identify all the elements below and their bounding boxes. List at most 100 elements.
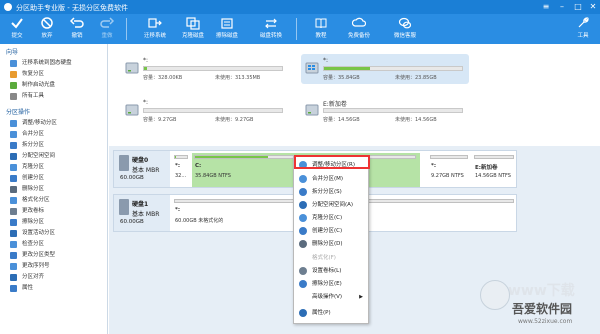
sidebar-item-label: 调整/移动分区: [22, 120, 57, 126]
menu-item-merge[interactable]: 合并分区(M): [294, 173, 368, 185]
partition-block[interactable]: *: 32...: [172, 153, 190, 187]
sidebar-item-check[interactable]: 检查分区: [0, 239, 107, 250]
wechat-icon: [398, 17, 412, 29]
menu-item-label: 删除分区(D): [312, 241, 343, 247]
check-icon: [10, 241, 17, 248]
discard-icon: [41, 17, 53, 29]
menu-item-set-label[interactable]: 设置卷标(L): [294, 265, 368, 277]
sidebar-item-serial[interactable]: 更改序列号: [0, 261, 107, 272]
disk-info[interactable]: 硬盘1 基本 MBR 60.00GB: [114, 195, 170, 231]
maximize-icon[interactable]: □: [572, 2, 584, 12]
sidebar-item-label: 擦除分区: [22, 219, 45, 225]
sidebar-item-split[interactable]: 拆分分区: [0, 140, 107, 151]
sidebar-item-merge[interactable]: 合并分区: [0, 129, 107, 140]
sidebar-item-label: 设置活动分区: [22, 230, 56, 236]
menu-item-delete[interactable]: 删除分区(D): [294, 238, 368, 250]
toolbar: 提交 放弃 撤销 重做 迁移系统 克隆磁盘 擦除磁盘 磁盘转换 教程 免费备份 …: [0, 14, 600, 44]
partition-card[interactable]: *: 容量：9.27GB 未使用：9.27GB: [121, 96, 289, 126]
create-icon: [10, 175, 17, 182]
partition-card[interactable]: *: 容量：35.84GB 未使用：23.85GB: [301, 54, 469, 84]
sidebar-item-format[interactable]: 格式化分区: [0, 195, 107, 206]
sidebar-item-wipe[interactable]: 擦除分区: [0, 217, 107, 228]
menu-item-allocate[interactable]: 分配空闲空间(A): [294, 199, 368, 211]
sidebar-item-delete[interactable]: 删除分区: [0, 184, 107, 195]
tools-button[interactable]: 工具: [568, 16, 598, 42]
migrate-icon: [148, 18, 162, 28]
drive-icon: [305, 104, 319, 116]
watermark-url: www.52zixue.com: [518, 318, 573, 325]
sidebar-item-create[interactable]: 创建分区: [0, 173, 107, 184]
tutorial-button[interactable]: 教程: [306, 16, 336, 42]
partition-block[interactable]: E:新加卷 14.56GB NTFS: [472, 153, 516, 187]
partition-block[interactable]: *: 9.27GB NTFS: [428, 153, 470, 187]
clone-disk-button[interactable]: 克隆磁盘: [178, 16, 208, 42]
commit-button[interactable]: 提交: [2, 16, 32, 42]
free-backup-button[interactable]: 免费备份: [344, 16, 374, 42]
disk-name: 硬盘1: [132, 201, 149, 208]
menu-item-label: 合并分区(M): [312, 176, 344, 182]
partition-info: 14.56GB NTFS: [475, 173, 511, 179]
align-icon: [10, 274, 17, 281]
serial-icon: [10, 263, 17, 270]
disk-info[interactable]: 硬盘0 基本 MBR 60.00GB: [114, 151, 170, 187]
partition-label: *:: [143, 99, 149, 106]
sidebar-item-properties[interactable]: 属性: [0, 283, 107, 294]
convert-disk-button[interactable]: 磁盘转换: [256, 16, 286, 42]
delete-icon: [10, 186, 17, 193]
highlight-box: [294, 155, 370, 169]
menu-item-wipe[interactable]: 擦除分区(E): [294, 278, 368, 290]
wipe-disk-button[interactable]: 擦除磁盘: [212, 16, 242, 42]
sidebar-item-recover-partition[interactable]: 恢复分区: [0, 69, 107, 80]
sidebar-item-label: 检查分区: [22, 241, 45, 247]
menu-item-format[interactable]: 格式化(F): [294, 252, 368, 264]
menu-item-clone[interactable]: 克隆分区(C): [294, 212, 368, 224]
sidebar-item-label: 恢复分区: [22, 71, 45, 77]
allocate-icon: [299, 201, 307, 209]
menu-item-label: 擦除分区(E): [312, 281, 342, 287]
menu-icon[interactable]: ≡: [540, 2, 552, 12]
wipe-disk-label: 擦除磁盘: [215, 33, 238, 39]
sidebar-item-label: 合并分区: [22, 131, 45, 137]
sidebar-item-clone[interactable]: 克隆分区: [0, 162, 107, 173]
watermark-logo-icon: [480, 280, 510, 310]
disc-icon: [10, 82, 17, 89]
label-icon: [299, 267, 307, 275]
migrate-os-button[interactable]: 迁移系统: [140, 16, 170, 42]
toolbar-divider: [126, 18, 127, 40]
partition-card[interactable]: *: 容量：328.00KB 未使用：313.35MB: [121, 54, 289, 84]
sidebar-item-set-active[interactable]: 设置活动分区: [0, 228, 107, 239]
menu-item-label: 克隆分区(C): [312, 215, 343, 221]
sidebar-item-boot-disc[interactable]: 制作启动光盘: [0, 80, 107, 91]
drive-icon: [125, 62, 139, 74]
menu-item-create[interactable]: 创建分区(C): [294, 225, 368, 237]
info-icon: [299, 309, 307, 317]
sidebar-item-label-change[interactable]: 更改卷标: [0, 206, 107, 217]
discard-button[interactable]: 放弃: [32, 16, 62, 42]
menu-item-split[interactable]: 拆分分区(S): [294, 186, 368, 198]
clone-disk-label: 克隆磁盘: [181, 33, 204, 39]
menu-item-label: 拆分分区(S): [312, 189, 342, 195]
sidebar-item-label: 创建分区: [22, 175, 45, 181]
sidebar-item-allocate[interactable]: 分配空闲空间: [0, 151, 107, 162]
disk-type: 基本 MBR: [132, 211, 160, 218]
sidebar-item-change-type[interactable]: 更改分区类型: [0, 250, 107, 261]
commit-label: 提交: [11, 33, 23, 39]
sidebar-item-all-tools[interactable]: 所有工具: [0, 91, 107, 102]
partition-card[interactable]: E:新加卷 容量：14.56GB 未使用：14.56GB: [301, 96, 469, 126]
undo-button[interactable]: 撤销: [62, 16, 92, 42]
menu-item-label: 分配空闲空间(A): [312, 202, 354, 208]
partition-name: *:: [175, 163, 181, 169]
menu-item-properties[interactable]: 属性(P): [294, 307, 368, 319]
close-icon[interactable]: ✕: [587, 2, 599, 12]
minimize-icon[interactable]: –: [556, 2, 568, 12]
sidebar-item-label: 属性: [22, 285, 34, 291]
sidebar-item-align[interactable]: 分区对齐: [0, 272, 107, 283]
wechat-support-button[interactable]: 微信客服: [390, 16, 420, 42]
redo-button[interactable]: 重做: [92, 16, 122, 42]
sidebar-item-label: 所有工具: [22, 93, 45, 99]
sidebar-item-migrate-ssd[interactable]: 迁移系统到固态硬盘: [0, 58, 107, 69]
menu-item-advanced[interactable]: 高级操作(V) ▶: [294, 291, 368, 303]
active-icon: [10, 230, 17, 237]
wrench-icon: [578, 17, 589, 28]
sidebar-item-resize[interactable]: 调整/移动分区: [0, 118, 107, 129]
